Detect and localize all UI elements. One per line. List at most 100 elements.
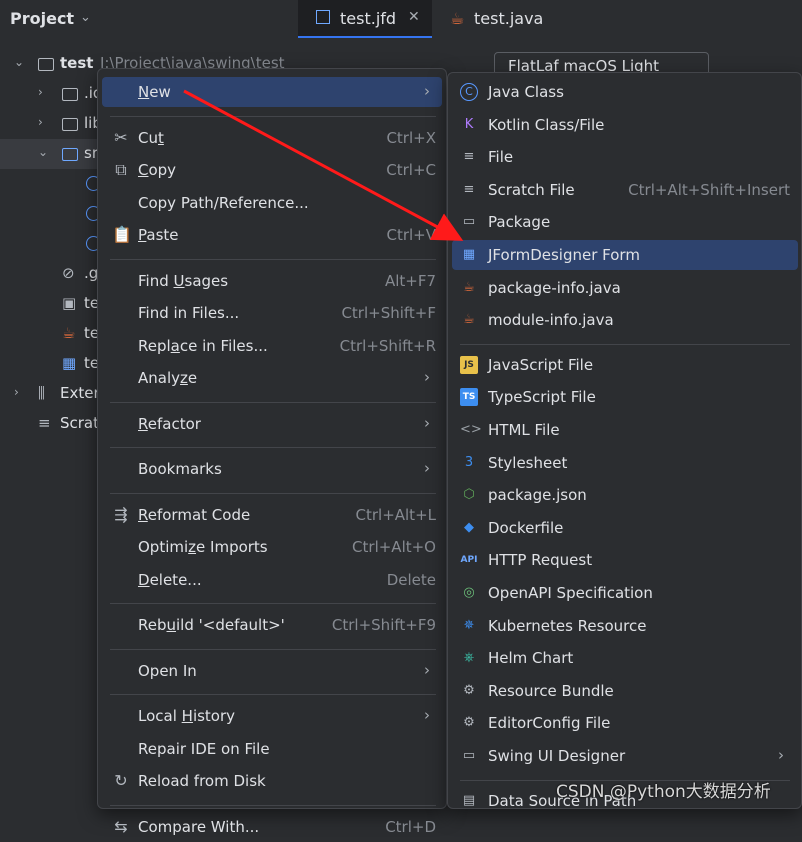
tree-node-label: Scrat: [60, 414, 100, 432]
java-file-icon: ☕: [463, 312, 475, 328]
submenu-item-label: Kubernetes Resource: [488, 616, 647, 635]
chevron-right-icon: ›: [424, 82, 430, 100]
menu-item-cut[interactable]: ✂ Cut Ctrl+X: [102, 123, 442, 153]
menu-item-refactor[interactable]: Refactor ›: [102, 409, 442, 439]
chevron-right-icon: ›: [424, 660, 430, 679]
form-file-icon: ▦: [62, 354, 77, 372]
menu-item-new[interactable]: New ›: [102, 77, 442, 107]
copy-icon: ⧉: [115, 160, 127, 179]
menu-item-shortcut: Ctrl+Alt+O: [352, 538, 436, 556]
chevron-down-icon[interactable]: ⌄: [80, 10, 91, 25]
java-file-icon: ☕: [463, 279, 475, 295]
submenu-item-html-file[interactable]: <> HTML File: [452, 415, 798, 445]
submenu-item-java-class[interactable]: C Java Class: [452, 77, 798, 107]
submenu-item-resource-bundle[interactable]: ⚙ Resource Bundle: [452, 676, 798, 706]
menu-item-bookmarks[interactable]: Bookmarks ›: [102, 454, 442, 484]
submenu-item-package-json[interactable]: ⬡ package.json: [452, 480, 798, 510]
submenu-item-shortcut: Ctrl+Alt+Shift+Insert: [628, 180, 790, 199]
chevron-right-icon: ›: [424, 706, 430, 724]
menu-item-replace-in-files[interactable]: Replace in Files... Ctrl+Shift+R: [102, 331, 442, 361]
submenu-item-javascript-file[interactable]: JS JavaScript File: [452, 350, 798, 380]
submenu-item-package-info-java[interactable]: ☕ package-info.java: [452, 273, 798, 303]
kotlin-icon: K: [464, 116, 474, 132]
menu-item-reload-from-disk[interactable]: ↻ Reload from Disk: [102, 766, 442, 796]
submenu-item-stylesheet[interactable]: 3 Stylesheet: [452, 448, 798, 478]
menu-item-open-in[interactable]: Open In ›: [102, 656, 442, 686]
submenu-item-jformdesigner-form[interactable]: ▦ JFormDesigner Form: [452, 240, 798, 270]
menu-item-label: Reformat Code: [138, 505, 251, 524]
menu-item-rebuild-default[interactable]: Rebuild '<default>' Ctrl+Shift+F9: [102, 610, 442, 640]
close-icon[interactable]: ✕: [408, 9, 420, 25]
reformat-icon: ⇶: [114, 504, 128, 524]
menu-separator: [110, 804, 436, 806]
chevron-right-icon[interactable]: ›: [14, 385, 19, 399]
package-icon: ▭: [462, 214, 476, 230]
submenu-item-typescript-file[interactable]: TS TypeScript File: [452, 382, 798, 412]
submenu-item-label: HTTP Request: [488, 551, 593, 570]
submenu-item-dockerfile[interactable]: ◆ Dockerfile: [452, 513, 798, 543]
submenu-item-scratch-file[interactable]: ≡ Scratch File Ctrl+Alt+Shift+Insert: [452, 175, 798, 205]
menu-separator: [460, 343, 790, 345]
submenu-item-label: JFormDesigner Form: [488, 246, 640, 264]
compare-icon: ⇆: [114, 816, 128, 836]
scratch-icon: ≡: [38, 414, 51, 432]
form-file-icon: ▦: [462, 247, 476, 262]
submenu-item-kubernetes-resource[interactable]: ✵ Kubernetes Resource: [452, 611, 798, 641]
menu-item-copy-path-reference[interactable]: Copy Path/Reference...: [102, 188, 442, 218]
menu-item-reformat-code[interactable]: ⇶ Reformat Code Ctrl+Alt+L: [102, 500, 442, 530]
submenu-item-label: EditorConfig File: [488, 714, 611, 733]
menu-item-optimize-imports[interactable]: Optimize Imports Ctrl+Alt+O: [102, 532, 442, 562]
chevron-down-icon[interactable]: ⌄: [14, 55, 24, 69]
menu-item-label: Refactor: [138, 414, 201, 433]
submenu-item-http-request[interactable]: API HTTP Request: [452, 545, 798, 575]
chevron-down-icon[interactable]: ⌄: [38, 145, 48, 159]
submenu-item-openapi-specification[interactable]: ◎ OpenAPI Specification: [452, 578, 798, 608]
tab-test-java[interactable]: ☕ test.java: [434, 0, 564, 38]
chevron-right-icon[interactable]: ›: [38, 85, 43, 99]
menu-item-copy[interactable]: ⧉ Copy Ctrl+C: [102, 155, 442, 185]
chevron-right-icon: ›: [424, 459, 430, 477]
menu-item-compare-with[interactable]: ⇆ Compare With... Ctrl+D: [102, 812, 442, 842]
paste-icon: 📋: [112, 225, 132, 244]
menu-item-shortcut: Ctrl+V: [386, 226, 436, 244]
tab-test-jfd[interactable]: test.jfd ✕: [298, 0, 432, 38]
helm-icon: ⎈: [463, 650, 475, 666]
menu-item-local-history[interactable]: Local History ›: [102, 701, 442, 731]
submenu-item-label: Stylesheet: [488, 453, 568, 472]
menu-item-label: Local History: [138, 707, 236, 725]
submenu-item-module-info-java[interactable]: ☕ module-info.java: [452, 305, 798, 335]
submenu-item-label: Swing UI Designer: [488, 747, 626, 765]
menu-item-shortcut: Ctrl+D: [385, 817, 436, 836]
chevron-right-icon: ›: [424, 368, 430, 386]
menu-item-delete[interactable]: Delete... Delete: [102, 565, 442, 595]
project-title[interactable]: Project: [10, 9, 74, 28]
context-menu: New › ✂ Cut Ctrl+X ⧉ Copy Ctrl+C Copy Path/Refer…: [97, 68, 447, 836]
submenu-item-swing-ui-designer[interactable]: ▭ Swing UI Designer ›: [452, 741, 798, 771]
project-panel-header: Project ⌄: [0, 0, 298, 38]
menu-item-shortcut: Ctrl+Alt+L: [355, 505, 437, 524]
tree-node-label: sr: [84, 144, 98, 162]
menu-separator: [110, 258, 436, 260]
menu-item-shortcut: Ctrl+Shift+F9: [331, 616, 436, 634]
menu-item-find-in-files[interactable]: Find in Files... Ctrl+Shift+F: [102, 298, 442, 328]
submenu-item-helm-chart[interactable]: ⎈ Helm Chart: [452, 643, 798, 673]
submenu-item-file[interactable]: ≡ File: [452, 142, 798, 172]
submenu-item-label: Dockerfile: [488, 518, 564, 537]
submenu-item-kotlin-class-file[interactable]: K Kotlin Class/File: [452, 110, 798, 140]
swing-designer-icon: ▭: [462, 748, 476, 763]
menu-item-shortcut: Ctrl+X: [386, 128, 436, 147]
openapi-icon: ◎: [463, 585, 475, 600]
menu-separator: [110, 447, 436, 448]
submenu-item-editorconfig-file[interactable]: ⚙ EditorConfig File: [452, 708, 798, 738]
menu-item-find-usages[interactable]: Find Usages Alt+F7: [102, 266, 442, 296]
submenu-item-label: JavaScript File: [488, 355, 594, 374]
scissors-icon: ✂: [114, 127, 128, 147]
menu-item-paste[interactable]: 📋 Paste Ctrl+V: [102, 220, 442, 250]
chevron-right-icon[interactable]: ›: [38, 115, 43, 129]
menu-item-label: Optimize Imports: [138, 538, 268, 556]
submenu-item-package[interactable]: ▭ Package: [452, 207, 798, 237]
editor-tab-bar: test.jfd ✕ ☕ test.java: [298, 0, 802, 39]
module-folder-icon: [38, 58, 54, 71]
menu-item-repair-ide-on-file[interactable]: Repair IDE on File: [102, 734, 442, 764]
menu-item-analyze[interactable]: Analyze ›: [102, 363, 442, 393]
